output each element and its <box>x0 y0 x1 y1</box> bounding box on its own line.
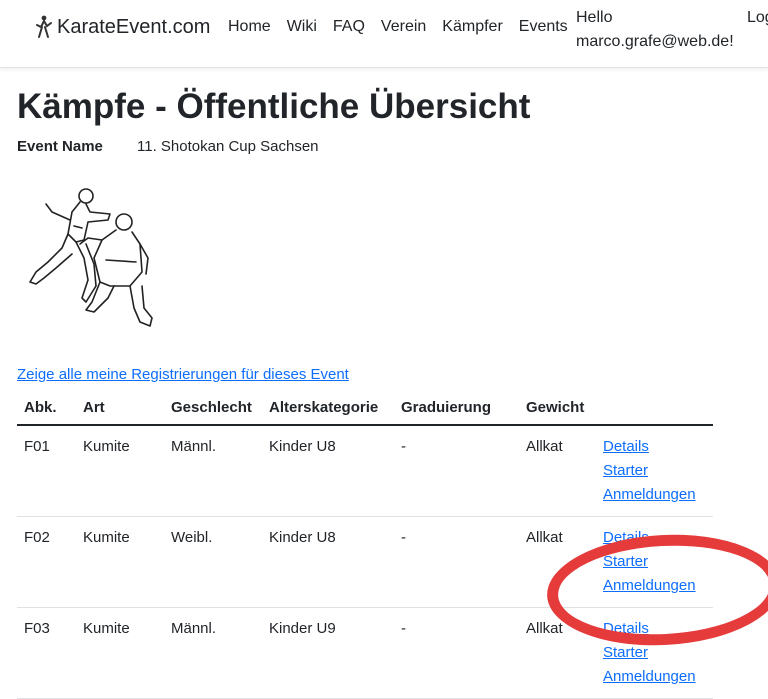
cell-graduierung: - <box>394 516 519 608</box>
cell-graduierung: - <box>394 425 519 517</box>
col-abk: Abk. <box>17 389 76 426</box>
cell-alterskategorie: Kinder U8 <box>262 516 394 608</box>
page-title: Kämpfe - Öffentliche Übersicht <box>17 87 531 126</box>
starter-link[interactable]: Starter <box>603 641 706 665</box>
event-name-label: Event Name <box>17 138 103 155</box>
table-header-row: Abk. Art Geschlecht Alterskategorie Grad… <box>17 389 713 426</box>
cell-graduierung: - <box>394 607 519 699</box>
cell-actions: Details Starter Anmeldungen <box>596 425 713 517</box>
brand-link[interactable]: KarateEvent.com <box>57 16 210 39</box>
cell-abk: F02 <box>17 516 76 608</box>
col-alterskategorie: Alterskategorie <box>262 389 394 426</box>
nav-verein[interactable]: Verein <box>381 18 426 36</box>
cell-art: Kumite <box>76 516 164 608</box>
table-row: F03 Kumite Männl. Kinder U9 - Allkat Det… <box>17 607 713 699</box>
cell-geschlecht: Weibl. <box>164 516 262 608</box>
table-row: F01 Kumite Männl. Kinder U8 - Allkat Det… <box>17 425 713 517</box>
cell-geschlecht: Männl. <box>164 607 262 699</box>
nav-home[interactable]: Home <box>228 18 271 36</box>
main-nav: Home Wiki FAQ Verein Kämpfer Events <box>228 18 584 36</box>
cell-actions: Details Starter Anmeldungen <box>596 516 713 608</box>
starter-link[interactable]: Starter <box>603 459 706 483</box>
col-graduierung: Graduierung <box>394 389 519 426</box>
cell-art: Kumite <box>76 425 164 517</box>
cell-abk: F01 <box>17 425 76 517</box>
cell-art: Kumite <box>76 607 164 699</box>
nav-wiki[interactable]: Wiki <box>287 18 317 36</box>
nav-kaempfer[interactable]: Kämpfer <box>442 18 502 36</box>
nav-faq[interactable]: FAQ <box>333 18 365 36</box>
logout-link[interactable]: Log <box>747 6 768 30</box>
cell-geschlecht: Männl. <box>164 425 262 517</box>
my-registrations-link[interactable]: Zeige alle meine Registrierungen für die… <box>17 366 349 383</box>
table-row: F02 Kumite Weibl. Kinder U8 - Allkat Det… <box>17 516 713 608</box>
karate-fighters-illustration <box>29 188 153 327</box>
anmeldungen-link[interactable]: Anmeldungen <box>603 574 706 598</box>
brand[interactable]: KarateEvent.com <box>34 15 210 39</box>
details-link[interactable]: Details <box>603 617 706 641</box>
greeting-hello: Hello <box>576 9 613 26</box>
cell-gewicht: Allkat <box>519 607 596 699</box>
col-actions <box>596 389 713 426</box>
anmeldungen-link[interactable]: Anmeldungen <box>603 483 706 507</box>
details-link[interactable]: Details <box>603 435 706 459</box>
fights-table: Abk. Art Geschlecht Alterskategorie Grad… <box>17 389 713 699</box>
details-link[interactable]: Details <box>603 526 706 550</box>
cell-alterskategorie: Kinder U8 <box>262 425 394 517</box>
greeting-email: marco.grafe@web.de! <box>576 33 734 50</box>
cell-actions: Details Starter Anmeldungen <box>596 607 713 699</box>
navbar: KarateEvent.com Home Wiki FAQ Verein Käm… <box>0 0 768 68</box>
cell-gewicht: Allkat <box>519 516 596 608</box>
karate-logo-icon <box>36 15 52 38</box>
cell-alterskategorie: Kinder U9 <box>262 607 394 699</box>
col-gewicht: Gewicht <box>519 389 596 426</box>
cell-gewicht: Allkat <box>519 425 596 517</box>
starter-link[interactable]: Starter <box>603 550 706 574</box>
cell-abk: F03 <box>17 607 76 699</box>
user-greeting[interactable]: Hello marco.grafe@web.de! <box>576 6 734 54</box>
event-name-value: 11. Shotokan Cup Sachsen <box>137 138 319 155</box>
col-geschlecht: Geschlecht <box>164 389 262 426</box>
nav-events[interactable]: Events <box>519 18 568 36</box>
anmeldungen-link[interactable]: Anmeldungen <box>603 665 706 689</box>
col-art: Art <box>76 389 164 426</box>
